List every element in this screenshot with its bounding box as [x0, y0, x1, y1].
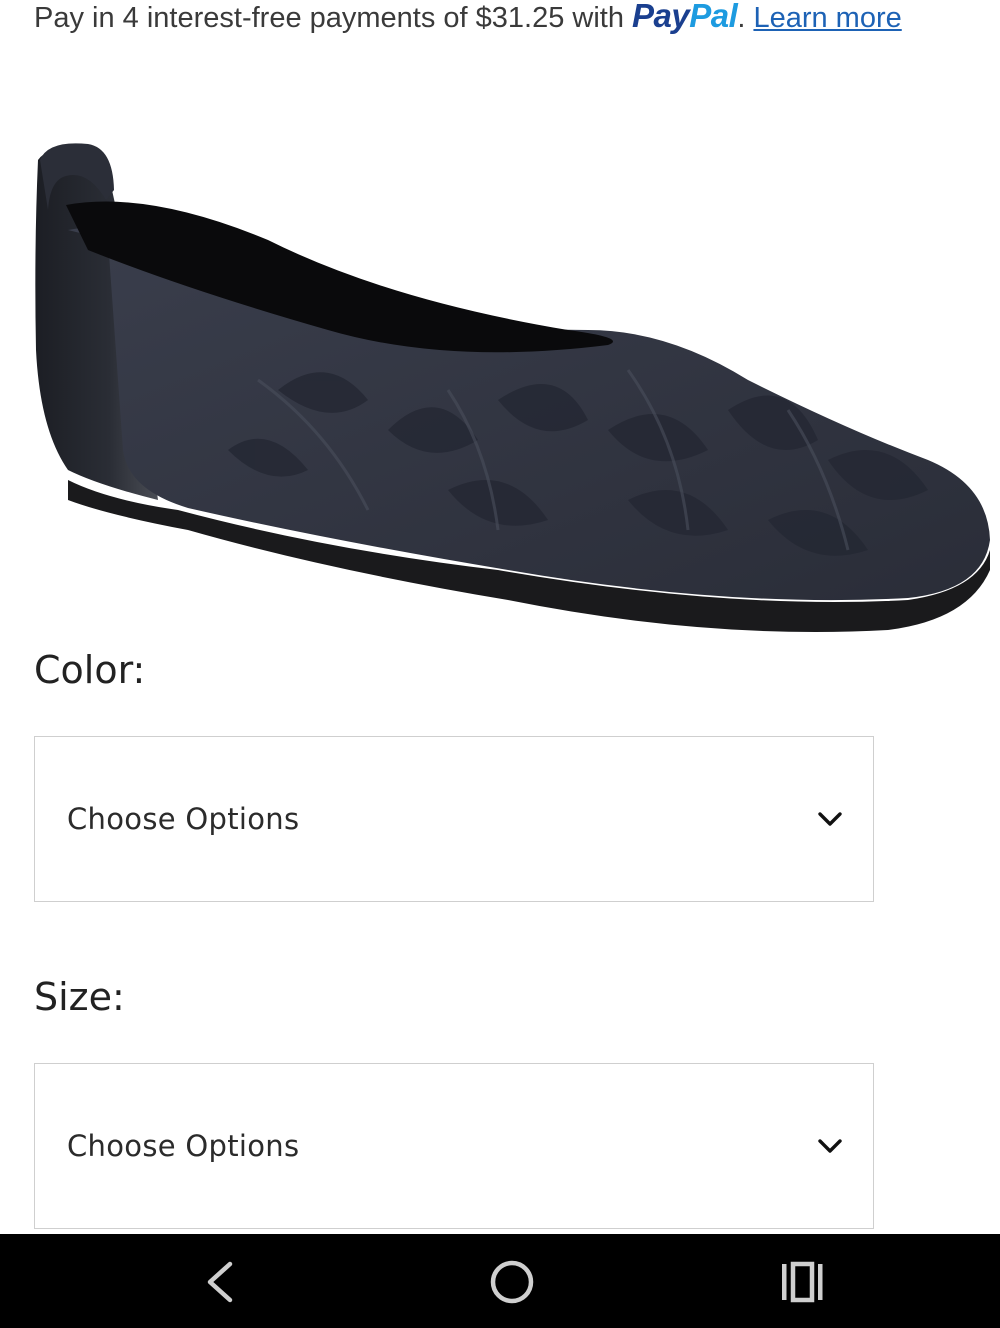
chevron-down-icon	[818, 812, 842, 826]
color-select-value: Choose Options	[67, 802, 300, 836]
paypal-installment-message: Pay in 4 interest-free payments of $31.2…	[34, 0, 902, 40]
back-chevron-icon[interactable]	[188, 1256, 248, 1308]
android-navigation-bar	[0, 1234, 1000, 1328]
recents-icon[interactable]	[772, 1256, 832, 1308]
color-select[interactable]: Choose Options	[34, 736, 874, 902]
home-circle-icon[interactable]	[482, 1256, 542, 1308]
size-select-value: Choose Options	[67, 1129, 300, 1163]
size-label: Size:	[34, 975, 125, 1019]
size-select[interactable]: Choose Options	[34, 1063, 874, 1229]
paypal-logo: PayPal	[632, 0, 738, 34]
learn-more-link[interactable]: Learn more	[753, 2, 901, 34]
product-page: Pay in 4 interest-free payments of $31.2…	[0, 0, 1000, 1328]
chevron-down-icon	[818, 1139, 842, 1153]
product-image[interactable]	[28, 130, 998, 650]
paypal-message-text: Pay in 4 interest-free payments of $31.2…	[34, 2, 633, 34]
color-label: Color:	[34, 648, 146, 692]
